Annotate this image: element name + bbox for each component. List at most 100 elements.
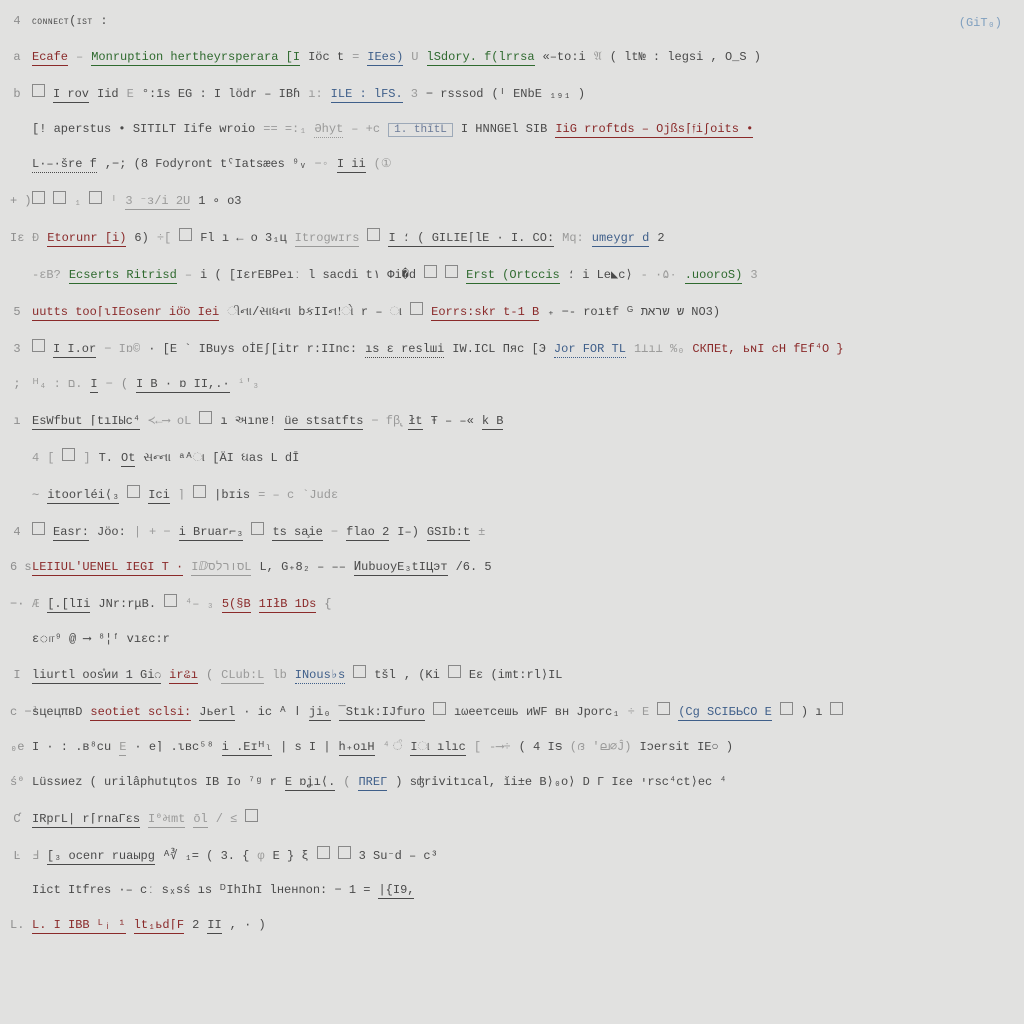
token-link[interactable]: umeygr d: [592, 231, 650, 247]
token-link[interactable]: Əhyt: [314, 122, 343, 138]
token-link[interactable]: lSdory. f(lrrsa: [427, 50, 535, 66]
checkbox-icon[interactable]: [424, 265, 437, 278]
token-link[interactable]: I B · ɒ II,.·: [136, 377, 230, 393]
checkbox-icon[interactable]: [367, 228, 380, 241]
token-link[interactable]: I I.or: [53, 342, 96, 358]
token-link[interactable]: IⅅסורלסL: [191, 559, 251, 576]
input-field[interactable]: 1. thītL: [388, 123, 453, 137]
token-link[interactable]: itoorléi⟨₃: [47, 487, 119, 504]
checkbox-icon[interactable]: [32, 191, 45, 204]
token-link[interactable]: h₊oıH: [339, 739, 375, 756]
token-link[interactable]: ıs ɛ reslші: [365, 342, 444, 358]
token-link[interactable]: I rov: [53, 87, 89, 103]
checkbox-icon[interactable]: [317, 846, 330, 859]
checkbox-icon[interactable]: [127, 485, 140, 498]
token-link[interactable]: I: [90, 377, 97, 393]
checkbox-icon[interactable]: [62, 448, 75, 461]
token-link[interactable]: seotiet sclsi:: [90, 705, 191, 721]
token-link[interactable]: Erst (Ortccis: [466, 268, 560, 284]
token-link[interactable]: Ecafe: [32, 50, 68, 66]
token-link[interactable]: GSIb:t: [427, 525, 470, 541]
checkbox-icon[interactable]: [164, 594, 177, 607]
token-link[interactable]: IiG rroftds – Ojßs⌈𝔣iʃoits •: [555, 121, 753, 138]
checkbox-icon[interactable]: [353, 665, 366, 678]
checkbox-icon[interactable]: [89, 191, 102, 204]
token-link[interactable]: .uooroS): [685, 268, 743, 284]
token-link[interactable]: łt: [408, 414, 422, 430]
token-text: , · ): [230, 918, 266, 932]
token-link[interactable]: |{I9,: [378, 883, 414, 899]
token-link[interactable]: 5(§B: [222, 597, 251, 613]
checkbox-icon[interactable]: [338, 846, 351, 859]
token-link[interactable]: ji₀: [309, 705, 331, 721]
token-link[interactable]: Jьerl: [199, 705, 235, 721]
token-link[interactable]: INous♭s: [295, 667, 345, 684]
token-link[interactable]: (Cg SCIБЬСО E: [678, 705, 772, 721]
token-link[interactable]: Jor FOR TL: [554, 342, 626, 358]
token-link[interactable]: Iା ılıc: [410, 740, 465, 756]
token-link[interactable]: ͶubuoyE₃tIЦэт: [354, 559, 448, 576]
token-link[interactable]: üe stsatfts: [284, 414, 363, 430]
checkbox-icon[interactable]: [433, 702, 446, 715]
token-link[interactable]: flao 2: [346, 525, 389, 541]
token-link[interactable]: irଌı: [169, 668, 198, 684]
checkbox-icon[interactable]: [445, 265, 458, 278]
token-link[interactable]: 3 ⁻ɜ/i 2U: [125, 193, 190, 210]
token-link[interactable]: L. I IBB ᴸᵢ ¹: [32, 918, 126, 934]
token-link[interactable]: Ecserts Ritrisd: [69, 268, 177, 284]
checkbox-icon[interactable]: [32, 522, 45, 535]
token-link[interactable]: uutts too⌈ιIEosenr iö̈o Iei: [32, 304, 219, 321]
token-link[interactable]: Monruption hertheyrsperara [I: [91, 50, 300, 66]
code-row: ıEsWfbut ⌈tıIЫc⁴≺←⟶ oLı અınɐ!üe stsatfts…: [10, 411, 1010, 430]
token-link[interactable]: II: [207, 918, 221, 934]
token-link[interactable]: Easr:: [53, 525, 89, 541]
token-text: 1 ∘ o3: [198, 193, 241, 208]
checkbox-icon[interactable]: [53, 191, 66, 204]
token-link[interactable]: 1IłB 1Ds: [259, 597, 317, 613]
token-link[interactable]: ¯Stık:IJfuro: [339, 705, 425, 721]
token-link[interactable]: ōl: [193, 812, 207, 828]
token-link[interactable]: LEIIUL'UENEL IEGI T ·: [32, 560, 183, 576]
checkbox-icon[interactable]: [199, 411, 212, 424]
token-link[interactable]: [.[lIi: [47, 597, 90, 613]
checkbox-icon[interactable]: [410, 302, 423, 315]
row-gutter: I: [10, 668, 24, 682]
token-link[interactable]: ILE : lFS.: [331, 87, 403, 103]
token-link[interactable]: Ot: [121, 451, 135, 467]
token-link[interactable]: L·–·šre f: [32, 157, 97, 173]
checkbox-icon[interactable]: [193, 485, 206, 498]
checkbox-icon[interactable]: [32, 339, 45, 352]
token-link[interactable]: Ici: [148, 488, 170, 504]
token-text: lb: [272, 668, 286, 682]
token-link[interactable]: ts sa̧ie: [272, 525, 322, 541]
checkbox-icon[interactable]: [780, 702, 793, 715]
checkbox-icon[interactable]: [179, 228, 192, 241]
token-link[interactable]: i .Εɪᴴₗ: [222, 739, 272, 756]
token-link[interactable]: Etorunr [i): [47, 231, 126, 247]
token-link[interactable]: [₃ οcenr ruaырg: [47, 849, 155, 865]
checkbox-icon[interactable]: [448, 665, 461, 678]
token-link[interactable]: Itrogwɪrs: [295, 231, 360, 247]
token-link[interactable]: I ؛ ( GILIE⌈lE · I. CO:: [388, 230, 554, 247]
checkbox-icon[interactable]: [32, 84, 45, 97]
token-link[interactable]: Eorrs:skr t-1 B: [431, 305, 539, 321]
checkbox-icon[interactable]: [245, 809, 258, 822]
token-link[interactable]: liurtl oos̊ии 1 Gi೧: [32, 668, 161, 684]
token-link[interactable]: I⁰મmt: [148, 811, 185, 828]
token-text: |bɪis: [214, 488, 250, 502]
token-link[interactable]: E: [119, 740, 126, 756]
token-link[interactable]: E ɒʝı⟨.: [285, 774, 335, 791]
token-link[interactable]: i Bruar⌐₃: [179, 525, 244, 541]
row-gutter: + ): [10, 194, 24, 208]
checkbox-icon[interactable]: [251, 522, 264, 535]
token-link[interactable]: I ii: [337, 157, 366, 173]
token-link[interactable]: IEes): [367, 50, 403, 66]
token-link[interactable]: EsWfbut ⌈tıIЫc⁴: [32, 413, 140, 430]
token-link[interactable]: lt₁ьd⌈F: [134, 917, 184, 934]
checkbox-icon[interactable]: [830, 702, 843, 715]
token-link[interactable]: ПREΓ: [358, 775, 387, 791]
checkbox-icon[interactable]: [657, 702, 670, 715]
token-link[interactable]: IRpгL| r⌈rnaГɛs: [32, 811, 140, 828]
token-link[interactable]: k B: [482, 414, 504, 430]
token-link[interactable]: CLub:L: [221, 668, 264, 684]
